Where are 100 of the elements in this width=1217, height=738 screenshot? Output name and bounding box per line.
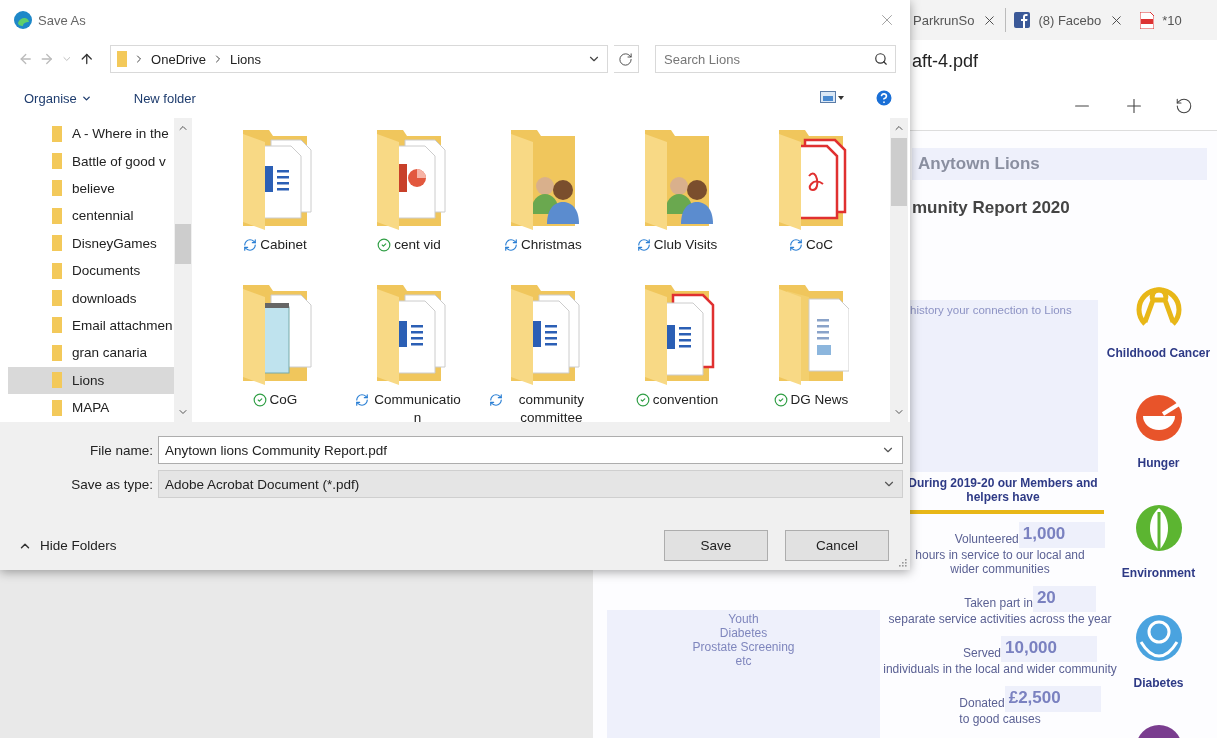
refresh-icon	[618, 51, 634, 67]
stat-detail: to good causes	[959, 712, 1041, 726]
folder-item[interactable]: Club Visits	[610, 124, 744, 279]
forward-icon[interactable]	[39, 51, 55, 67]
folder-tree-item[interactable]: Email attachmen	[8, 311, 174, 340]
stat-detail: individuals in the local and wider community	[883, 662, 1117, 676]
folder-item[interactable]: convention	[610, 279, 744, 422]
browser-logo-icon	[14, 11, 32, 29]
folder-name: CoC	[806, 236, 833, 254]
folder-icon	[52, 372, 62, 389]
rotate-icon[interactable]	[1175, 97, 1193, 115]
document-title: aft-4.pdf	[912, 50, 979, 72]
folder-tree-item[interactable]: downloads	[8, 284, 174, 312]
file-name-field[interactable]: Anytown lions Community Report.pdf	[158, 436, 903, 464]
folder-item[interactable]: CoG	[208, 279, 342, 422]
stat-value: 20	[1032, 586, 1096, 612]
folder-tree-item[interactable]: Documents	[8, 256, 174, 285]
address-bar[interactable]: OneDrive Lions	[110, 45, 608, 73]
intro-text: history your connection to Lions	[908, 300, 1098, 472]
folder-item[interactable]: DG News	[744, 279, 878, 422]
dialog-title: Save As	[38, 12, 87, 28]
stat-label: Served	[963, 646, 1001, 660]
new-folder-button[interactable]: New folder	[127, 88, 202, 108]
folder-name: community committee	[517, 391, 586, 422]
folder-name: cent vid	[394, 236, 441, 254]
organise-menu[interactable]: Organise	[18, 88, 98, 108]
folder-icon	[52, 344, 62, 361]
folder-icon	[52, 262, 62, 279]
cause-text: Prostate Screening	[692, 640, 795, 654]
folder-icon	[52, 235, 62, 252]
folder-name: convention	[652, 391, 719, 409]
report-title: munity Report 2020	[912, 198, 1071, 218]
browser-tab[interactable]: ParkrunSo	[905, 6, 1006, 34]
folder-name: Club Visits	[653, 236, 718, 254]
breadcrumb-item[interactable]: Lions	[230, 51, 262, 67]
hide-folders-button[interactable]: Hide Folders	[18, 538, 664, 553]
folder-item[interactable]: CoC	[744, 124, 878, 279]
folder-item[interactable]: Cabinet	[208, 124, 342, 279]
folder-item[interactable]: cent vid	[342, 124, 476, 279]
folder-name: DG News	[790, 391, 849, 409]
back-icon[interactable]	[18, 51, 34, 67]
folder-icon	[52, 317, 62, 334]
stat-label: Donated	[959, 696, 1005, 710]
social-logo-icon	[1014, 12, 1031, 28]
scrollbar-thumb[interactable]	[175, 224, 191, 264]
search-icon[interactable]	[874, 52, 888, 66]
cause-text: etc	[735, 654, 752, 668]
folder-icon	[52, 153, 62, 170]
scrollbar[interactable]	[890, 118, 908, 422]
view-icon[interactable]	[820, 91, 844, 105]
folder-name: Communication	[373, 391, 462, 422]
folder-icon	[52, 125, 62, 142]
stat-value: 1,000	[1018, 522, 1106, 548]
dialog-button[interactable]: Save	[664, 530, 768, 561]
folder-tree-item[interactable]: DisneyGames	[8, 229, 174, 257]
folder-name: Christmas	[521, 236, 582, 254]
folder-icon	[52, 180, 62, 197]
scrollbar-thumb[interactable]	[891, 138, 907, 206]
browser-tab[interactable]: *10	[1132, 6, 1190, 34]
refresh-button[interactable]	[613, 45, 639, 73]
pdf-file-icon	[1140, 11, 1155, 29]
stat-label: Taken part in	[964, 596, 1033, 610]
field-label: Save as type:	[70, 476, 153, 492]
stat-label: Volunteered	[954, 532, 1019, 546]
stat-value: 10,000	[1001, 636, 1097, 662]
stat-detail: separate service activities across the year	[888, 612, 1112, 626]
cause-label: Environment	[1121, 566, 1196, 580]
folder-tree-item[interactable]: A - Where in the	[8, 120, 174, 148]
folder-item[interactable]: Communication	[342, 279, 476, 422]
help-icon[interactable]	[874, 88, 894, 108]
stat-detail: hours in service to our local and	[915, 548, 1085, 562]
breadcrumb-item[interactable]: OneDrive	[151, 51, 206, 67]
folder-name: Cabinet	[260, 236, 307, 254]
browser-tab[interactable]: (8) Facebo	[1006, 6, 1133, 34]
folder-tree-item[interactable]: gran canaria	[8, 339, 174, 367]
folder-tree-item[interactable]: Battle of good v	[8, 147, 174, 175]
report-header: Anytown Lions	[912, 148, 1207, 180]
folder-tree-item[interactable]: centennial	[8, 202, 174, 230]
stat-value: £2,500	[1004, 686, 1101, 712]
folder-item[interactable]: Christmas	[476, 124, 610, 279]
folder-item[interactable]: community committee	[476, 279, 610, 422]
folder-icon	[52, 399, 62, 416]
cause-label: Diabetes	[1133, 676, 1184, 690]
folder-icon	[52, 207, 62, 224]
cause-label: Childhood Cancer	[1106, 346, 1211, 360]
field-label: File name:	[88, 442, 153, 458]
cause-label: Hunger	[1137, 456, 1180, 470]
dialog-button[interactable]: Cancel	[785, 530, 889, 561]
folder-tree-item[interactable]: Lions	[8, 366, 174, 394]
folder-icon	[117, 51, 128, 67]
file-type-dropdown[interactable]: Adobe Acrobat Document (*.pdf)	[158, 470, 903, 498]
folder-tree-item[interactable]: believe	[8, 174, 174, 203]
search-field[interactable]: Search Lions	[655, 45, 896, 73]
folder-tree-item[interactable]: MAPA	[8, 393, 174, 422]
cause-text: Diabetes	[719, 626, 768, 640]
stat-detail: wider communities	[950, 562, 1050, 576]
resize-grip-icon[interactable]	[897, 557, 907, 567]
scrollbar[interactable]	[174, 118, 192, 422]
folder-icon	[52, 290, 62, 307]
folder-name: CoG	[269, 391, 298, 409]
